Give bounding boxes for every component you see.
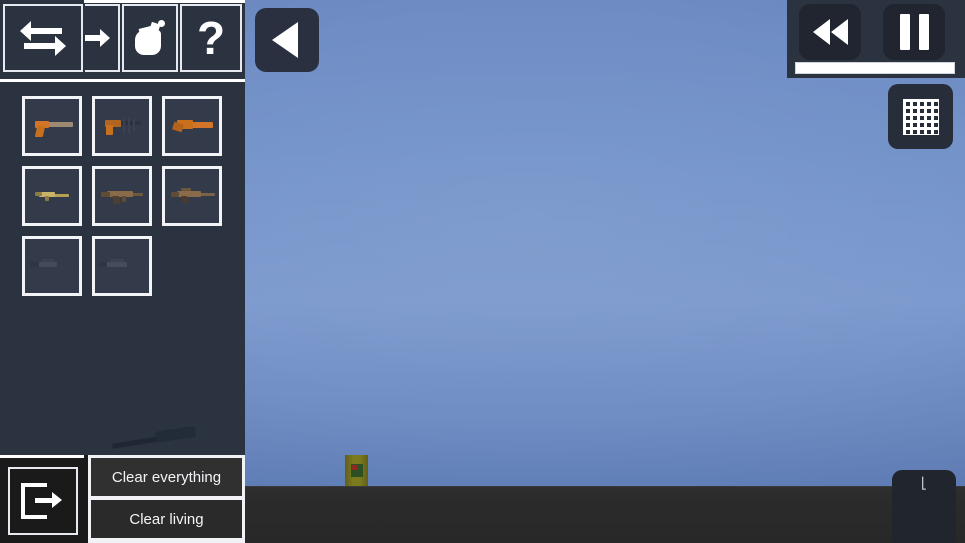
weapon-sprite-pistol [29, 115, 75, 137]
weapon-sprite-sniper [29, 255, 75, 277]
tab-transfer[interactable] [3, 4, 83, 72]
grid-toggle-button[interactable] [888, 84, 953, 149]
weapon-slot-carbine[interactable] [22, 166, 82, 226]
clear-actions-panel: Clear everything Clear living [88, 455, 245, 543]
tab-arrow[interactable] [85, 4, 120, 72]
weapon-sprite-ak [169, 185, 215, 207]
weapon-slot-pistol[interactable] [22, 96, 82, 156]
arrow-right-icon [85, 27, 113, 49]
weapon-slot-smg[interactable] [92, 96, 152, 156]
weapon-sprite-rifle [99, 185, 145, 207]
pause-icon-second [918, 14, 929, 50]
exit-button[interactable] [8, 467, 78, 535]
tab-grenade[interactable] [122, 4, 178, 72]
clear-everything-button[interactable]: Clear everything [91, 458, 242, 496]
drawer-handle-icon: ⎣ [921, 478, 927, 490]
rewind-icon [812, 19, 830, 45]
weapon-sprite-sawedoff [169, 115, 215, 137]
transport-controls [787, 0, 965, 78]
player-entity[interactable] [341, 455, 372, 486]
pause-button[interactable] [883, 4, 945, 60]
back-button[interactable] [255, 8, 319, 72]
rewind-button[interactable] [799, 4, 861, 60]
tabstrip-top-divider [84, 0, 245, 3]
timeline-progress-bar[interactable] [795, 62, 955, 74]
weapon-row [22, 166, 232, 226]
tab-help[interactable]: ? [180, 4, 242, 72]
exit-icon [21, 481, 65, 521]
grid-icon [902, 98, 939, 135]
grenade-icon [131, 18, 169, 58]
clear-living-button[interactable]: Clear living [91, 500, 242, 538]
weapon-grid [22, 96, 232, 306]
pause-icon [899, 14, 910, 50]
triangle-left-icon [272, 22, 298, 58]
weapon-slot-sawedoff[interactable] [162, 96, 222, 156]
bottom-bar-divider [0, 455, 84, 458]
swap-arrows-icon [20, 19, 66, 57]
equipped-weapon-preview [111, 423, 199, 454]
weapon-slot-sniper[interactable] [22, 236, 82, 296]
game-screen: ⎣ ? Clear everything Clear living [0, 0, 965, 543]
rewind-icon-second [830, 19, 848, 45]
weapon-slot-ak[interactable] [162, 166, 222, 226]
sidebar-tabstrip: ? [0, 0, 245, 82]
weapon-slot-rifle[interactable] [92, 166, 152, 226]
bottom-drawer[interactable]: ⎣ [892, 470, 956, 543]
weapon-sprite-smg [99, 115, 145, 137]
entity-eye [352, 465, 357, 470]
weapon-sprite-marksman [99, 255, 145, 277]
weapon-row [22, 236, 232, 296]
tabstrip-underline [0, 79, 245, 82]
question-mark-icon: ? [196, 12, 226, 64]
weapon-sprite-carbine [29, 185, 75, 207]
weapon-slot-marksman[interactable] [92, 236, 152, 296]
left-sidebar: ? Clear everything Clear living [0, 0, 245, 543]
weapon-row [22, 96, 232, 156]
